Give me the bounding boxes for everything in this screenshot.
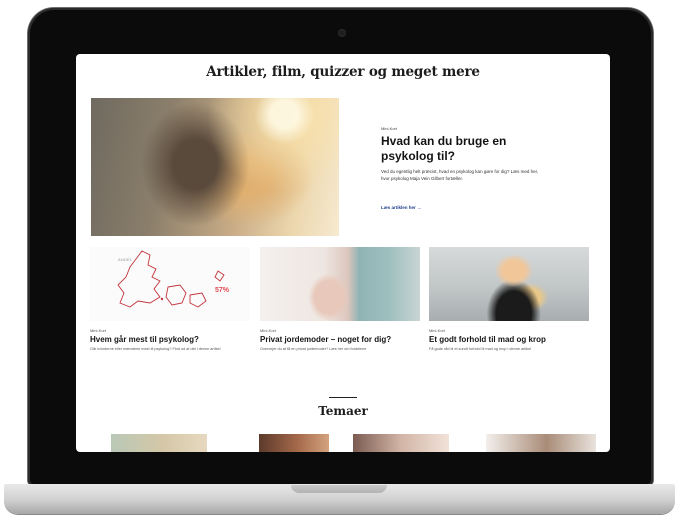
camera-icon [339, 30, 345, 36]
denmark-map-image[interactable]: ANDEL 57% [90, 247, 250, 321]
tema-thumbnail-4[interactable] [486, 434, 596, 452]
map-percent: 57% [215, 287, 230, 294]
card-kicker: Mini-Kort [429, 328, 446, 333]
food-body-image[interactable] [429, 247, 589, 321]
card-kicker: Mini-Kort [260, 328, 277, 333]
temaer-heading: Temaer [318, 404, 368, 418]
article-card-2[interactable]: Mini-Kort Privat jordemoder – noget for … [260, 247, 420, 357]
laptop-frame: Artikler, film, quizzer og meget mere Mi… [0, 0, 679, 521]
card-text: Få gode råd til et sundt forhold til mad… [429, 346, 532, 351]
tema-thumbnail-3[interactable] [353, 434, 449, 452]
hero-read-more-link[interactable]: Læs artiklen her → [381, 205, 422, 210]
denmark-map-outline [117, 250, 225, 308]
card-title[interactable]: Hvem går mest til psykolog? [90, 335, 250, 345]
card-kicker: Mini-Kort [90, 328, 107, 333]
tema-thumbnail-2[interactable] [259, 434, 329, 452]
section-heading: Artikler, film, quizzer og meget mere [206, 64, 480, 80]
card-title[interactable]: Privat jordemoder – noget for dig? [260, 335, 420, 345]
hero-image[interactable] [91, 98, 339, 236]
hero-text: Ved du egentlig helt præcist, hvad en ps… [381, 169, 539, 181]
laptop-notch [291, 485, 387, 493]
temaer-divider [329, 397, 357, 398]
midwife-image[interactable] [260, 247, 420, 321]
hero-kicker: Mini-Kort [381, 126, 398, 131]
card-text: Overvejer du at få en privat jordemoder?… [260, 346, 367, 351]
article-card-1[interactable]: ANDEL 57% Mini-Kort Hvem går mest til ps… [90, 247, 250, 357]
article-card-3[interactable]: Mini-Kort Et godt forhold til mad og kro… [429, 247, 589, 357]
tema-thumbnail-1[interactable] [111, 434, 207, 452]
card-text: Går kvinderne eller mændene mest til psy… [90, 346, 221, 351]
screen: Artikler, film, quizzer og meget mere Mi… [76, 54, 610, 452]
hero-title[interactable]: Hvad kan du bruge en psykolog til? [381, 134, 551, 163]
card-title[interactable]: Et godt forhold til mad og krop [429, 335, 589, 345]
